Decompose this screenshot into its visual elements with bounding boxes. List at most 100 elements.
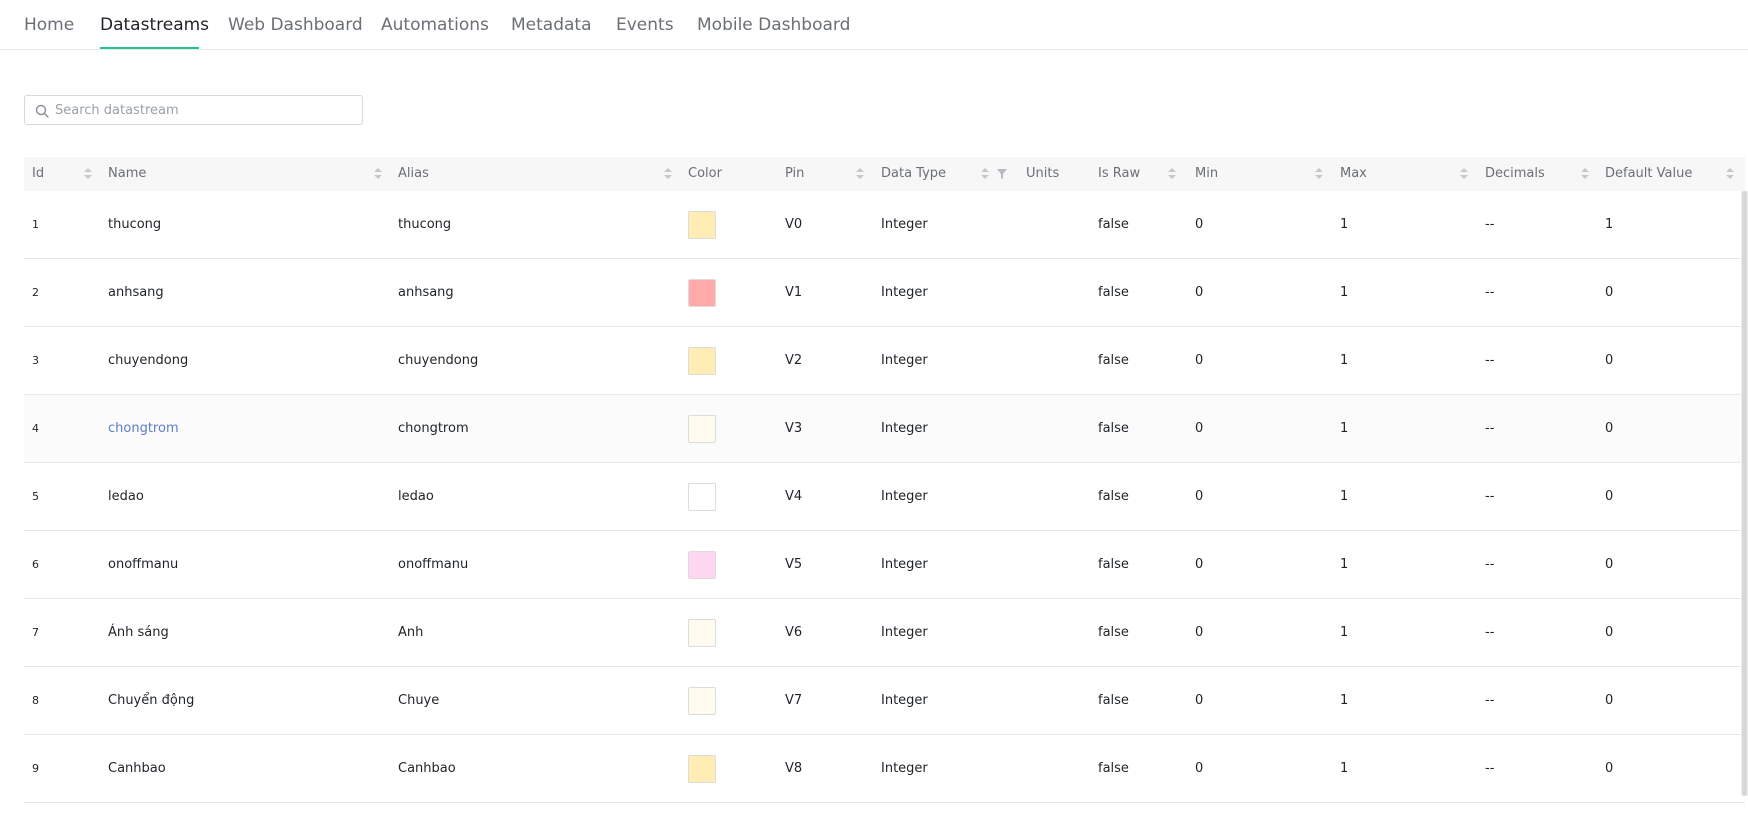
table-row[interactable]: 7 Ánh sáng Anh V6 Integer false 0 1 -- 0: [24, 599, 1745, 667]
cell-default-value: 0: [1605, 625, 1614, 640]
sort-data-type-icon[interactable]: [981, 168, 989, 180]
sort-pin-icon[interactable]: [856, 168, 864, 180]
cell-default-value: 0: [1605, 693, 1614, 708]
cell-decimals: --: [1485, 557, 1495, 572]
cell-data-type: Integer: [881, 353, 928, 368]
search-input[interactable]: [55, 97, 355, 123]
col-header-name[interactable]: Name: [108, 157, 146, 191]
cell-max: 1: [1340, 625, 1349, 640]
tab-home[interactable]: Home: [24, 15, 74, 35]
scrollbar-thumb[interactable]: [1742, 191, 1747, 796]
table-row[interactable]: 2 anhsang anhsang V1 Integer false 0 1 -- 0: [24, 259, 1745, 327]
col-header-min[interactable]: Min: [1195, 157, 1218, 191]
cell-name[interactable]: onoffmanu: [108, 531, 178, 598]
cell-max: 1: [1340, 421, 1349, 436]
cell-name[interactable]: ledao: [108, 463, 144, 530]
cell-is-raw: false: [1098, 625, 1129, 640]
cell-alias: chongtrom: [398, 421, 469, 436]
col-header-data-type[interactable]: Data Type: [881, 157, 946, 191]
cell-max: 1: [1340, 217, 1349, 232]
col-header-id[interactable]: Id: [32, 157, 44, 191]
search-box: [24, 95, 363, 125]
table-row[interactable]: 1 thucong thucong V0 Integer false 0 1 -- 1: [24, 191, 1745, 259]
cell-default-value: 0: [1605, 557, 1614, 572]
tab-metadata[interactable]: Metadata: [511, 15, 592, 35]
cell-data-type: Integer: [881, 285, 928, 300]
col-header-is-raw[interactable]: Is Raw: [1098, 157, 1140, 191]
cell-decimals: --: [1485, 489, 1495, 504]
cell-is-raw: false: [1098, 489, 1129, 504]
color-swatch: [688, 619, 716, 647]
table-row[interactable]: 9 Canhbao Canhbao V8 Integer false 0 1 -- 0: [24, 735, 1745, 803]
cell-name[interactable]: Canhbao: [108, 735, 166, 802]
cell-pin: V4: [785, 489, 803, 504]
cell-is-raw: false: [1098, 353, 1129, 368]
cell-default-value: 0: [1605, 761, 1614, 776]
sort-min-icon[interactable]: [1315, 168, 1323, 180]
table-row[interactable]: 3 chuyendong chuyendong V2 Integer false 0 1 -- 0: [24, 327, 1745, 395]
cell-is-raw: false: [1098, 285, 1129, 300]
table-row[interactable]: 6 onoffmanu onoffmanu V5 Integer false 0 1 -- 0: [24, 531, 1745, 599]
cell-is-raw: false: [1098, 761, 1129, 776]
cell-min: 0: [1195, 693, 1204, 708]
col-header-color: Color: [688, 166, 722, 181]
cell-min: 0: [1195, 285, 1204, 300]
tab-mobile-dashboard[interactable]: Mobile Dashboard: [697, 15, 850, 35]
cell-alias: Anh: [398, 625, 424, 640]
top-tab-bar: Home Datastreams Web Dashboard Automatio…: [0, 0, 1748, 50]
table-row[interactable]: 8 Chuyển động Chuye V7 Integer false 0 1 -- 0: [24, 667, 1745, 735]
cell-name[interactable]: thucong: [108, 191, 161, 258]
tab-events[interactable]: Events: [616, 15, 674, 35]
cell-name[interactable]: chuyendong: [108, 327, 188, 394]
cell-is-raw: false: [1098, 421, 1129, 436]
color-swatch: [688, 483, 716, 511]
tab-datastreams[interactable]: Datastreams: [100, 15, 209, 35]
filter-icon[interactable]: [997, 169, 1007, 179]
col-header-default-value[interactable]: Default Value: [1605, 157, 1692, 191]
sort-alias-icon[interactable]: [664, 168, 672, 180]
tab-automations[interactable]: Automations: [381, 15, 489, 35]
cell-max: 1: [1340, 761, 1349, 776]
sort-max-icon[interactable]: [1460, 168, 1468, 180]
cell-id: 3: [32, 354, 39, 367]
cell-pin: V8: [785, 761, 803, 776]
color-swatch: [688, 551, 716, 579]
col-header-alias[interactable]: Alias: [398, 157, 429, 191]
cell-default-value: 0: [1605, 285, 1614, 300]
cell-max: 1: [1340, 285, 1349, 300]
cell-min: 0: [1195, 761, 1204, 776]
cell-decimals: --: [1485, 353, 1495, 368]
cell-default-value: 0: [1605, 353, 1614, 368]
cell-default-value: 1: [1605, 217, 1614, 232]
cell-name[interactable]: chongtrom: [108, 395, 179, 462]
cell-decimals: --: [1485, 421, 1495, 436]
cell-max: 1: [1340, 557, 1349, 572]
search-icon: [35, 104, 49, 118]
sort-is-raw-icon[interactable]: [1168, 168, 1176, 180]
cell-id: 9: [32, 762, 39, 775]
cell-data-type: Integer: [881, 217, 928, 232]
col-header-units: Units: [1026, 166, 1060, 181]
cell-name[interactable]: Ánh sáng: [108, 599, 169, 666]
sort-name-icon[interactable]: [374, 168, 382, 180]
col-header-decimals[interactable]: Decimals: [1485, 157, 1545, 191]
table-row[interactable]: 4 chongtrom chongtrom V3 Integer false 0 1 -- 0: [24, 395, 1745, 463]
table-row[interactable]: 5 ledao ledao V4 Integer false 0 1 -- 0: [24, 463, 1745, 531]
cell-data-type: Integer: [881, 557, 928, 572]
col-header-pin[interactable]: Pin: [785, 157, 804, 191]
cell-alias: onoffmanu: [398, 557, 469, 572]
cell-id: 2: [32, 286, 39, 299]
cell-is-raw: false: [1098, 217, 1129, 232]
cell-data-type: Integer: [881, 489, 928, 504]
cell-decimals: --: [1485, 693, 1495, 708]
cell-name[interactable]: Chuyển động: [108, 667, 194, 734]
cell-name[interactable]: anhsang: [108, 259, 164, 326]
col-header-max[interactable]: Max: [1340, 157, 1367, 191]
cell-pin: V5: [785, 557, 803, 572]
sort-default-value-icon[interactable]: [1726, 168, 1734, 180]
sort-decimals-icon[interactable]: [1581, 168, 1589, 180]
tab-web-dashboard[interactable]: Web Dashboard: [228, 15, 363, 35]
cell-id: 8: [32, 694, 39, 707]
color-swatch: [688, 211, 716, 239]
sort-id-icon[interactable]: [84, 168, 92, 180]
